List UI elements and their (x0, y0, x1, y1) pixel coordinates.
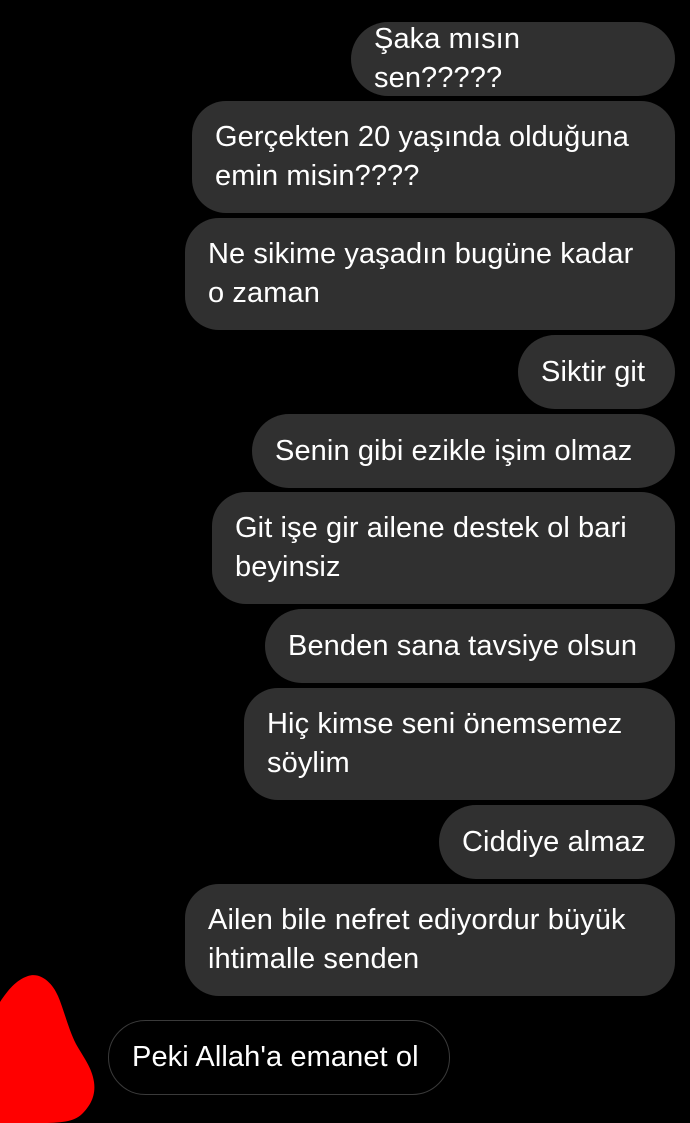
message-thread[interactable]: Şaka mısın sen????? Gerçekten 20 yaşında… (0, 0, 690, 1123)
outgoing-message[interactable]: Ailen bile nefret ediyordur büyük ihtima… (185, 884, 675, 996)
outgoing-message[interactable]: Senin gibi ezikle işim olmaz (252, 414, 675, 488)
incoming-message[interactable]: Peki Allah'a emanet ol (108, 1020, 450, 1095)
outgoing-message[interactable]: Siktir git (518, 335, 675, 409)
red-scribble-redaction (0, 975, 95, 1123)
outgoing-message[interactable]: Ciddiye almaz (439, 805, 675, 879)
outgoing-message[interactable]: Git işe gir ailene destek ol bari beyins… (212, 492, 675, 604)
outgoing-message[interactable]: Ne sikime yaşadın bugüne kadar o zaman (185, 218, 675, 330)
outgoing-message[interactable]: Hiç kimse seni önemsemez söylim (244, 688, 675, 800)
outgoing-message[interactable]: Şaka mısın sen????? (351, 22, 675, 96)
outgoing-message[interactable]: Benden sana tavsiye olsun (265, 609, 675, 683)
outgoing-message[interactable]: Gerçekten 20 yaşında olduğuna emin misin… (192, 101, 675, 213)
